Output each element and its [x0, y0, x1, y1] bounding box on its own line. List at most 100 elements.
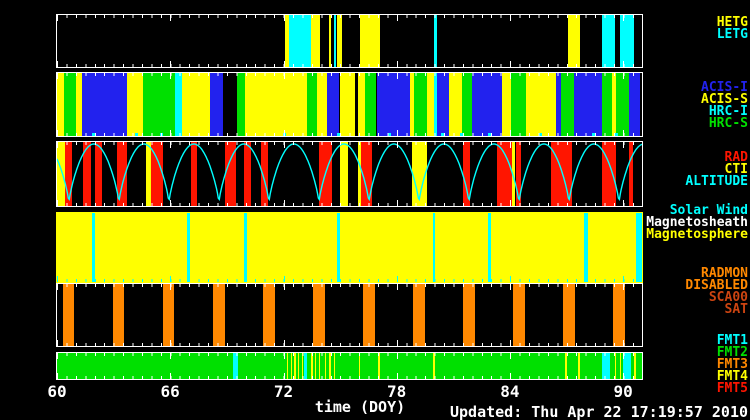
segment-instruments — [143, 73, 175, 136]
segment-instruments — [629, 73, 640, 136]
segment-instruments — [377, 73, 410, 136]
major-tick-bottom — [170, 61, 171, 67]
major-tick-bottom — [623, 130, 624, 136]
segment-instruments — [502, 73, 511, 136]
major-tick-top — [170, 15, 171, 21]
segment-instruments — [427, 73, 434, 136]
x-axis-tick-label: 84 — [493, 382, 527, 401]
segment-radmon — [463, 284, 474, 346]
segment-instruments — [511, 73, 526, 136]
segment-gratings — [620, 15, 635, 67]
segment-instruments — [561, 73, 574, 136]
major-tick-top — [510, 284, 511, 290]
minor-ticks-bottom — [57, 203, 642, 206]
major-tick-bottom — [284, 340, 285, 346]
major-tick-bottom — [623, 373, 624, 379]
major-tick-top — [510, 142, 511, 148]
chandra-schedule-plot: 2010 time (DOY) Updated: Thu Apr 22 17:1… — [0, 0, 750, 420]
major-tick-top — [623, 284, 624, 290]
major-tick-bottom — [57, 340, 58, 346]
legend-label-hrc-s: HRC-S — [701, 118, 748, 130]
segment-solar-wind-region — [488, 213, 491, 282]
segment-instruments — [57, 73, 64, 136]
x-axis-tick-label: 72 — [267, 382, 301, 401]
major-tick-bottom — [510, 276, 511, 282]
legend-group-gratings: HETGLETG — [717, 17, 748, 41]
segment-radmon — [313, 284, 324, 346]
major-tick-bottom — [284, 276, 285, 282]
major-tick-bottom — [284, 61, 285, 67]
segment-instruments — [358, 73, 365, 136]
major-tick-top — [623, 142, 624, 148]
minor-ticks-bottom — [57, 64, 642, 67]
major-tick-top — [284, 353, 285, 359]
legend-label-altitude: ALTITUDE — [685, 176, 748, 188]
major-tick-top — [284, 142, 285, 148]
updated-timestamp: Updated: Thu Apr 22 17:19:57 2010 — [450, 403, 748, 420]
segment-gratings — [329, 15, 332, 67]
segment-instruments — [472, 73, 502, 136]
altitude-path — [57, 144, 642, 199]
major-tick-top — [397, 353, 398, 359]
segment-instruments — [414, 73, 427, 136]
segment-instruments — [317, 73, 327, 136]
major-tick-bottom — [170, 373, 171, 379]
segment-instruments — [340, 73, 355, 136]
segment-gratings — [568, 15, 580, 67]
segment-gratings — [337, 15, 342, 67]
major-tick-bottom — [397, 200, 398, 206]
segment-instruments — [223, 73, 237, 136]
band-panel-radiation-altitude — [56, 141, 643, 207]
major-tick-top — [397, 73, 398, 79]
segment-radmon — [263, 284, 274, 346]
x-axis-tick-label: 60 — [40, 382, 74, 401]
legend-group-radmon: RADMONDISABLEDSCA00SAT — [685, 268, 748, 316]
major-tick-bottom — [510, 373, 511, 379]
major-tick-top — [284, 15, 285, 21]
major-tick-bottom — [170, 130, 171, 136]
band-panel-gratings — [56, 14, 643, 68]
major-tick-top — [57, 15, 58, 21]
major-tick-bottom — [623, 340, 624, 346]
major-tick-bottom — [397, 276, 398, 282]
segment-solar-wind-region — [433, 213, 435, 282]
segment-instruments — [210, 73, 223, 136]
major-tick-bottom — [510, 130, 511, 136]
segment-instruments — [237, 73, 245, 136]
segment-radmon — [63, 284, 74, 346]
segment-solar-wind-region — [187, 213, 190, 282]
segment-instruments — [602, 73, 612, 136]
major-tick-bottom — [397, 340, 398, 346]
major-tick-bottom — [284, 200, 285, 206]
segment-radmon — [413, 284, 424, 346]
segment-instruments — [327, 73, 340, 136]
x-axis-tick-label: 90 — [606, 382, 640, 401]
legend-label-fmt5: FMT5 — [717, 383, 748, 395]
major-tick-bottom — [57, 61, 58, 67]
major-tick-top — [510, 353, 511, 359]
minor-ticks-top — [57, 284, 642, 287]
segment-gratings — [602, 15, 614, 67]
major-tick-top — [57, 284, 58, 290]
x-axis-tick-label: 66 — [153, 382, 187, 401]
major-tick-top — [170, 353, 171, 359]
legend-label-sat: SAT — [685, 304, 748, 316]
legend-label-magnetosphere: Magnetosphere — [646, 229, 748, 241]
band-panel-telemetry-format — [56, 352, 643, 380]
segment-radmon — [163, 284, 174, 346]
minor-ticks-top — [57, 353, 642, 356]
segment-radmon — [513, 284, 524, 346]
legend-group-solar-wind-region: Solar WindMagnetosheathMagnetosphere — [646, 205, 748, 241]
segment-gratings — [360, 15, 380, 67]
major-tick-bottom — [623, 276, 624, 282]
segment-instruments — [127, 73, 143, 136]
major-tick-top — [623, 15, 624, 21]
segment-solar-wind-region — [244, 213, 247, 282]
major-tick-bottom — [57, 276, 58, 282]
segment-instruments — [437, 73, 449, 136]
segment-radmon — [563, 284, 574, 346]
minor-ticks-bottom — [57, 133, 642, 136]
major-tick-bottom — [284, 130, 285, 136]
segment-gratings — [289, 15, 311, 67]
major-tick-bottom — [397, 61, 398, 67]
